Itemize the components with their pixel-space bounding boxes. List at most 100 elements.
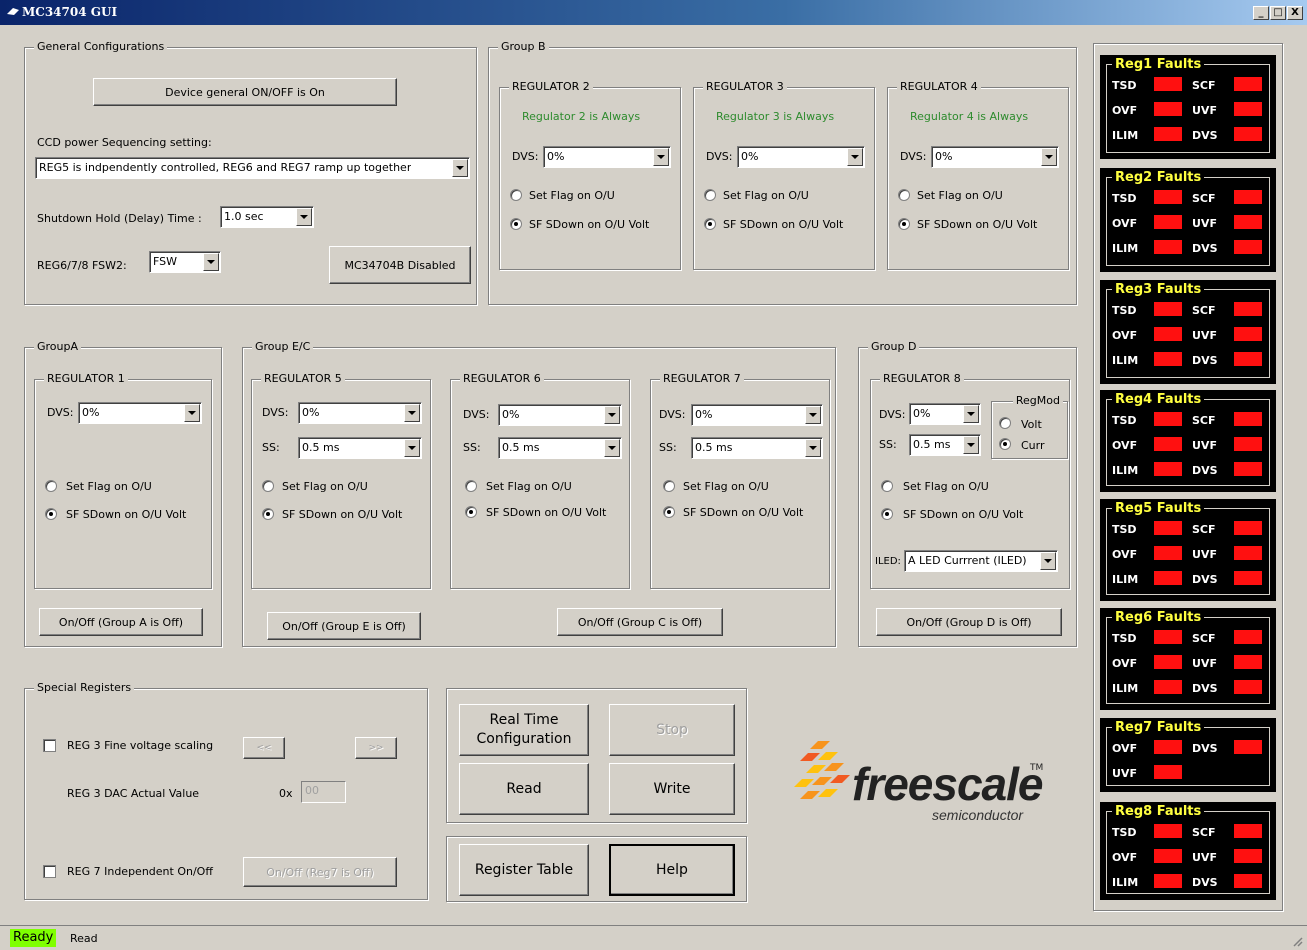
chevron-down-icon[interactable]: [203, 253, 219, 271]
fine-scaling-checkbox[interactable]: [43, 739, 56, 752]
chevron-down-icon[interactable]: [1040, 552, 1056, 570]
sf-sdown-radio[interactable]: [663, 506, 675, 518]
dvs-label: DVS:: [879, 408, 906, 421]
write-button[interactable]: Write: [609, 763, 735, 815]
reg7-onoff-button[interactable]: On/Off (Reg7 is Off): [243, 857, 397, 887]
fault-led-ovf: [1154, 437, 1182, 451]
dac-value-field[interactable]: 00: [301, 781, 346, 803]
fault-label-tsd: TSD: [1112, 632, 1137, 645]
dvs-select[interactable]: 0%: [543, 146, 671, 168]
close-button[interactable]: X: [1287, 6, 1303, 20]
chevron-down-icon[interactable]: [847, 148, 863, 166]
ss-select[interactable]: 0.5 ms: [298, 437, 422, 459]
sf-sdown-radio[interactable]: [262, 508, 274, 520]
mc34704b-button[interactable]: MC34704B Disabled: [329, 246, 471, 284]
fault-led-tsd: [1154, 521, 1182, 535]
fault-label-tsd: TSD: [1112, 414, 1137, 427]
register-table-button[interactable]: Register Table: [459, 844, 589, 896]
dvs-value: 0%: [695, 408, 713, 421]
regulator-2-group: REGULATOR 2 Regulator 2 is Always DVS: 0…: [499, 80, 681, 270]
iled-select[interactable]: A LED Currrent (ILED): [904, 550, 1058, 572]
fault-label-dvs: DVS: [1192, 464, 1218, 477]
volt-radio[interactable]: [999, 417, 1011, 429]
dvs-select[interactable]: 0%: [498, 404, 622, 426]
regulator-4-group: REGULATOR 4 Regulator 4 is Always DVS: 0…: [887, 80, 1069, 270]
dvs-select[interactable]: 0%: [691, 404, 823, 426]
curr-radio[interactable]: [999, 438, 1011, 450]
maximize-button[interactable]: □: [1270, 6, 1286, 20]
ss-select[interactable]: 0.5 ms: [909, 434, 981, 456]
read-button[interactable]: Read: [459, 763, 589, 815]
sf-sdown-label: SF SDown on O/U Volt: [486, 506, 607, 519]
help-button[interactable]: Help: [609, 844, 735, 896]
fault-led-ovf: [1154, 546, 1182, 560]
dvs-label: DVS:: [659, 408, 686, 421]
resize-grip-icon[interactable]: [1291, 935, 1303, 947]
chevron-down-icon[interactable]: [452, 159, 468, 177]
chevron-down-icon[interactable]: [805, 406, 821, 424]
regulator-legend: REGULATOR 8: [880, 372, 964, 385]
shutdown-select[interactable]: 1.0 sec: [220, 206, 314, 228]
set-flag-radio[interactable]: [881, 480, 893, 492]
fault-led-dvs: [1234, 462, 1262, 476]
dvs-select[interactable]: 0%: [78, 402, 202, 424]
device-onoff-button[interactable]: Device general ON/OFF is On: [93, 78, 397, 106]
ss-label: SS:: [659, 441, 677, 454]
chevron-down-icon[interactable]: [805, 439, 821, 457]
sf-sdown-radio[interactable]: [465, 506, 477, 518]
reg7-onoff-label: REG 7 Independent On/Off: [67, 865, 213, 878]
sf-sdown-radio[interactable]: [881, 508, 893, 520]
set-flag-radio[interactable]: [262, 480, 274, 492]
chevron-down-icon[interactable]: [604, 406, 620, 424]
regulator-legend: REGULATOR 1: [44, 372, 128, 385]
status-message: Read: [70, 932, 98, 945]
set-flag-radio[interactable]: [45, 480, 57, 492]
sf-sdown-radio[interactable]: [898, 218, 910, 230]
set-flag-radio[interactable]: [663, 480, 675, 492]
minimize-button[interactable]: _: [1253, 6, 1269, 20]
set-flag-radio[interactable]: [704, 189, 716, 201]
group-e-onoff-button[interactable]: On/Off (Group E is Off): [267, 612, 421, 640]
ss-select[interactable]: 0.5 ms: [691, 437, 823, 459]
group-d-onoff-button[interactable]: On/Off (Group D is Off): [876, 608, 1062, 636]
fsw-select[interactable]: FSW: [149, 251, 221, 273]
chevron-down-icon[interactable]: [184, 404, 200, 422]
stop-button[interactable]: Stop: [609, 704, 735, 756]
fault-led-uvf: [1154, 765, 1182, 779]
chevron-down-icon[interactable]: [1041, 148, 1057, 166]
group-ec: Group E/C REGULATOR 5 DVS: 0% SS: 0.5 ms…: [242, 340, 836, 647]
dvs-select[interactable]: 0%: [909, 403, 981, 425]
chevron-down-icon[interactable]: [604, 439, 620, 457]
chevron-down-icon[interactable]: [296, 208, 312, 226]
set-flag-radio[interactable]: [898, 189, 910, 201]
chevron-down-icon[interactable]: [653, 148, 669, 166]
dvs-label: DVS:: [262, 406, 289, 419]
fault-led-ilim: [1154, 240, 1182, 254]
set-flag-radio[interactable]: [510, 189, 522, 201]
ccd-select[interactable]: REG5 is indpendently controlled, REG6 an…: [35, 157, 470, 179]
chevron-down-icon[interactable]: [404, 439, 420, 457]
dvs-select[interactable]: 0%: [737, 146, 865, 168]
prev-button[interactable]: <<: [243, 737, 285, 759]
app-icon: [7, 8, 19, 15]
dvs-select[interactable]: 0%: [931, 146, 1059, 168]
regulator-8-group: REGULATOR 8 DVS: 0% SS: 0.5 ms RegMod Vo…: [870, 372, 1070, 589]
chevron-down-icon[interactable]: [404, 404, 420, 422]
sf-sdown-radio[interactable]: [510, 218, 522, 230]
iled-value: A LED Currrent (ILED): [908, 554, 1027, 567]
group-c-onoff-button[interactable]: On/Off (Group C is Off): [557, 608, 723, 636]
realtime-config-button[interactable]: Real Time Configuration: [459, 704, 589, 756]
sf-sdown-radio[interactable]: [45, 508, 57, 520]
chevron-down-icon[interactable]: [963, 436, 979, 454]
fault-label-scf: SCF: [1192, 414, 1216, 427]
ss-select[interactable]: 0.5 ms: [498, 437, 622, 459]
reg7-onoff-checkbox[interactable]: [43, 865, 56, 878]
sf-sdown-radio[interactable]: [704, 218, 716, 230]
fault-label-dvs: DVS: [1192, 876, 1218, 889]
group-a-onoff-button[interactable]: On/Off (Group A is Off): [39, 608, 203, 636]
chevron-down-icon[interactable]: [963, 405, 979, 423]
next-button[interactable]: >>: [355, 737, 397, 759]
fault-label-scf: SCF: [1192, 192, 1216, 205]
dvs-select[interactable]: 0%: [298, 402, 422, 424]
set-flag-radio[interactable]: [465, 480, 477, 492]
